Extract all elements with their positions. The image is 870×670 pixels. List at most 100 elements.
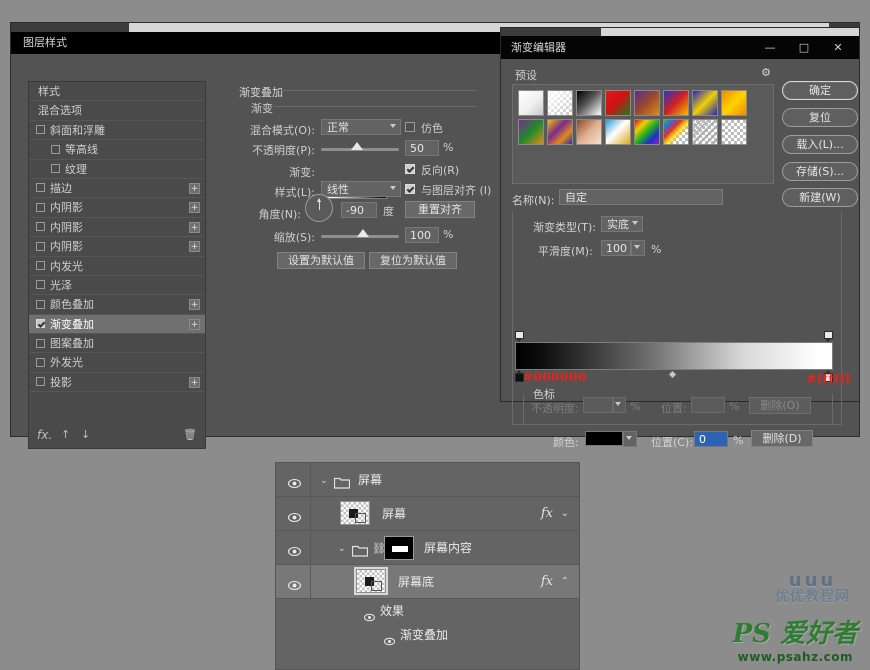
style-list-item[interactable]: 纹理 — [29, 160, 205, 179]
visibility-toggle[interactable] — [287, 508, 302, 523]
fx-icon[interactable]: fx — [541, 574, 553, 589]
style-item-checkbox[interactable] — [36, 299, 45, 309]
gradient-preset-swatch[interactable] — [663, 119, 689, 145]
style-list-item[interactable]: 光泽 — [29, 276, 205, 296]
gradient-preset-swatch[interactable] — [721, 119, 747, 145]
gradient-style-select[interactable]: 线性 — [321, 181, 401, 197]
new-button[interactable]: 新建(W) — [782, 188, 858, 207]
set-default-button[interactable]: 设置为默认值 — [277, 252, 365, 269]
style-item-checkbox[interactable] — [51, 164, 60, 174]
style-item-checkbox[interactable] — [36, 357, 45, 367]
blend-mode-select[interactable]: 正常 — [321, 119, 401, 135]
angle-dial[interactable] — [305, 194, 333, 222]
style-item-checkbox[interactable] — [51, 144, 60, 154]
visibility-toggle[interactable] — [287, 474, 302, 489]
style-list-item[interactable]: 渐变叠加 + — [29, 314, 205, 335]
expand-chevron-icon[interactable]: ⌄ — [320, 476, 328, 486]
layer-thumbnail[interactable] — [354, 567, 388, 595]
gradient-preset-swatch[interactable] — [605, 90, 631, 116]
style-list-item[interactable]: 斜面和浮雕 — [29, 121, 205, 141]
fx-chevron-icon[interactable]: ⌄ — [561, 508, 569, 519]
align-with-layer-checkbox[interactable] — [405, 184, 415, 194]
style-list-item[interactable]: 投影 + — [29, 373, 205, 393]
gradient-preset-swatch[interactable] — [518, 90, 544, 116]
style-list-item[interactable]: 混合选项 — [29, 101, 205, 121]
visibility-toggle[interactable] — [287, 542, 302, 557]
scale-slider-knob[interactable] — [357, 229, 369, 237]
add-effect-icon[interactable]: + — [189, 241, 200, 253]
gradient-ramp[interactable] — [515, 342, 833, 370]
layer-thumbnail[interactable] — [340, 501, 370, 525]
style-item-checkbox[interactable] — [36, 183, 45, 193]
save-button[interactable]: 存储(S)... — [782, 162, 858, 181]
stop-color-swatch[interactable] — [585, 431, 623, 446]
gradient-preset-swatch[interactable] — [692, 90, 718, 116]
move-down-icon[interactable]: ↓ — [81, 428, 90, 441]
opacity-slider[interactable] — [321, 142, 399, 151]
style-list-item[interactable]: 内发光 — [29, 257, 205, 276]
style-list-item[interactable]: 等高线 — [29, 140, 205, 160]
layer-row[interactable]: ⌄ 屏幕 — [276, 463, 579, 497]
layer-row[interactable]: 屏幕 fx ⌄ — [276, 497, 579, 531]
add-effect-icon[interactable]: + — [189, 318, 200, 330]
reset-align-button[interactable]: 重置对齐 — [405, 201, 475, 218]
visibility-toggle[interactable] — [287, 576, 302, 591]
gradient-name-field[interactable]: 自定 — [559, 189, 723, 205]
move-up-icon[interactable]: ↑ — [61, 428, 70, 441]
gradient-preset-swatch[interactable] — [576, 119, 602, 145]
reset-default-button[interactable]: 复位为默认值 — [369, 252, 457, 269]
layer-row[interactable]: ⌄ ⛓ 屏幕内容 — [276, 531, 579, 565]
style-list-item[interactable]: 内阴影 + — [29, 218, 205, 238]
minimize-icon[interactable]: — — [755, 36, 785, 59]
style-item-checkbox[interactable] — [36, 241, 45, 251]
style-item-checkbox[interactable] — [36, 125, 45, 135]
gradient-preset-swatch[interactable] — [547, 119, 573, 145]
gradient-preset-swatch[interactable] — [576, 90, 602, 116]
scale-value-field[interactable]: 100 — [405, 227, 439, 243]
opacity-value-field[interactable]: 50 — [405, 140, 439, 156]
style-item-checkbox[interactable] — [36, 319, 45, 329]
gradient-preset-swatch[interactable] — [721, 90, 747, 116]
gradient-preset-swatch[interactable] — [663, 90, 689, 116]
style-item-checkbox[interactable] — [36, 202, 45, 212]
gradient-preset-swatch[interactable] — [634, 119, 660, 145]
opacity-stop-left[interactable] — [515, 331, 524, 342]
add-effect-icon[interactable]: + — [189, 299, 200, 311]
layer-mask-thumbnail[interactable] — [384, 536, 414, 560]
gear-icon[interactable]: ⚙ — [761, 66, 771, 79]
style-item-checkbox[interactable] — [36, 280, 45, 290]
ok-button[interactable]: 确定 — [782, 81, 858, 100]
style-list-item[interactable]: 内阴影 + — [29, 198, 205, 218]
style-item-checkbox[interactable] — [36, 338, 45, 348]
scale-slider[interactable] — [321, 229, 399, 238]
maximize-icon[interactable]: □ — [789, 36, 819, 59]
gradient-preset-swatch[interactable] — [634, 90, 660, 116]
gradient-preset-swatch[interactable] — [692, 119, 718, 145]
add-effect-icon[interactable]: + — [189, 202, 200, 214]
style-item-checkbox[interactable] — [36, 261, 45, 271]
fx-icon[interactable]: fx — [541, 506, 553, 521]
style-list-item[interactable]: 描边 + — [29, 179, 205, 199]
fx-chevron-icon[interactable]: ⌃ — [561, 576, 569, 587]
visibility-toggle[interactable] — [364, 607, 375, 622]
stop-color-dropdown[interactable] — [623, 431, 637, 447]
layer-row[interactable]: 屏幕底 fx ⌃ — [276, 565, 579, 599]
visibility-toggle[interactable] — [384, 631, 395, 646]
angle-value-field[interactable]: -90 — [341, 202, 377, 218]
smoothness-stepper[interactable] — [631, 240, 645, 256]
style-list-item[interactable]: 样式 — [29, 82, 205, 102]
expand-chevron-icon[interactable]: ⌄ — [338, 544, 346, 554]
style-item-checkbox[interactable] — [36, 377, 45, 387]
delete-color-stop-button[interactable]: 删除(D) — [751, 430, 813, 447]
layer-effect-item-row[interactable]: 渐变叠加 — [276, 623, 579, 647]
style-list-item[interactable]: 外发光 — [29, 353, 205, 373]
opacity-slider-knob[interactable] — [351, 142, 363, 150]
smoothness-field[interactable]: 100 — [601, 240, 631, 256]
gradient-preset-swatch[interactable] — [605, 119, 631, 145]
style-item-checkbox[interactable] — [36, 222, 45, 232]
stop-location-field[interactable]: 0 — [694, 431, 728, 447]
fx-icon[interactable]: fx. — [37, 428, 52, 442]
opacity-stop-right[interactable] — [824, 331, 833, 342]
layer-effects-row[interactable]: 效果 — [276, 599, 579, 623]
gradient-preset-swatch[interactable] — [547, 90, 573, 116]
